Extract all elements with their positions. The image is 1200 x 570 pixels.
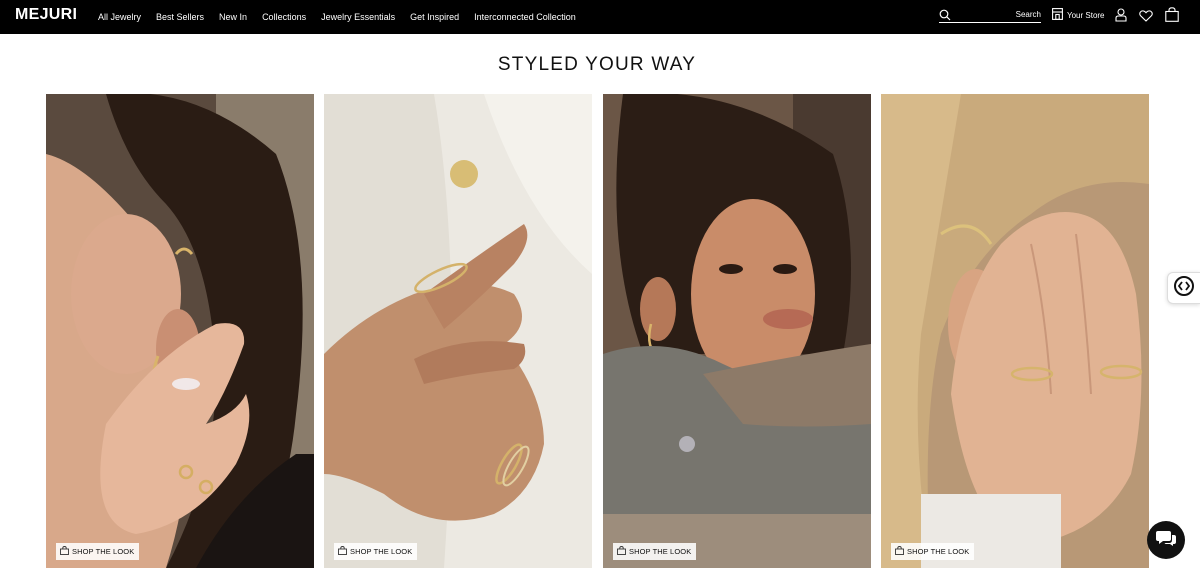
nav-item-all-jewelry[interactable]: All Jewelry xyxy=(98,0,141,34)
look-image-1 xyxy=(46,94,314,568)
wishlist-icon[interactable] xyxy=(1139,9,1153,27)
chat-icon xyxy=(1156,529,1176,552)
look-card-4[interactable]: SHOP THE LOOK xyxy=(881,94,1149,568)
shop-the-look-button[interactable]: SHOP THE LOOK xyxy=(334,543,418,560)
section-title: STYLED YOUR WAY xyxy=(497,54,697,75)
look-card-3[interactable]: SHOP THE LOOK xyxy=(603,94,871,568)
search-icon[interactable] xyxy=(939,9,951,21)
search-bar[interactable]: Search xyxy=(939,7,1041,23)
look-image-3 xyxy=(603,94,871,568)
shop-the-look-label: SHOP THE LOOK xyxy=(350,547,413,556)
nav-item-collections[interactable]: Collections xyxy=(262,0,306,34)
bag-icon xyxy=(617,546,626,557)
bag-icon xyxy=(895,546,904,557)
look-image-4 xyxy=(881,94,1149,568)
store-label[interactable]: Your Store xyxy=(1067,11,1105,20)
search-label[interactable]: Search xyxy=(1016,10,1041,19)
shop-the-look-label: SHOP THE LOOK xyxy=(907,547,970,556)
look-image-2 xyxy=(324,94,592,568)
bag-icon xyxy=(338,546,347,557)
shop-the-look-button[interactable]: SHOP THE LOOK xyxy=(56,543,140,560)
shop-the-look-label: SHOP THE LOOK xyxy=(629,547,692,556)
store-icon xyxy=(1052,8,1063,22)
nav-item-jewelry-essentials[interactable]: Jewelry Essentials xyxy=(321,0,395,34)
chat-button[interactable] xyxy=(1147,521,1185,559)
accessibility-widget-button[interactable] xyxy=(1167,272,1200,304)
accessibility-widget-icon xyxy=(1173,275,1195,302)
look-card-2[interactable]: SHOP THE LOOK xyxy=(324,94,592,568)
bag-icon xyxy=(60,546,69,557)
shop-the-look-button[interactable]: SHOP THE LOOK xyxy=(613,543,697,560)
your-store-link[interactable]: Your Store xyxy=(1052,7,1105,23)
shop-the-look-label: SHOP THE LOOK xyxy=(72,547,135,556)
nav-item-interconnected-collection[interactable]: Interconnected Collection xyxy=(474,0,576,34)
brand-logo[interactable]: MEJURI xyxy=(15,5,77,25)
nav-item-best-sellers[interactable]: Best Sellers xyxy=(156,0,204,34)
nav-item-get-inspired[interactable]: Get Inspired xyxy=(410,0,459,34)
main-nav: All Jewelry Best Sellers New In Collecti… xyxy=(98,0,591,34)
shop-the-look-button[interactable]: SHOP THE LOOK xyxy=(891,543,975,560)
top-navigation-bar: MEJURI All Jewelry Best Sellers New In C… xyxy=(0,0,1200,34)
bag-icon[interactable] xyxy=(1165,7,1179,27)
nav-item-new-in[interactable]: New In xyxy=(219,0,247,34)
account-icon[interactable] xyxy=(1115,8,1127,27)
look-card-1[interactable]: SHOP THE LOOK xyxy=(46,94,314,568)
